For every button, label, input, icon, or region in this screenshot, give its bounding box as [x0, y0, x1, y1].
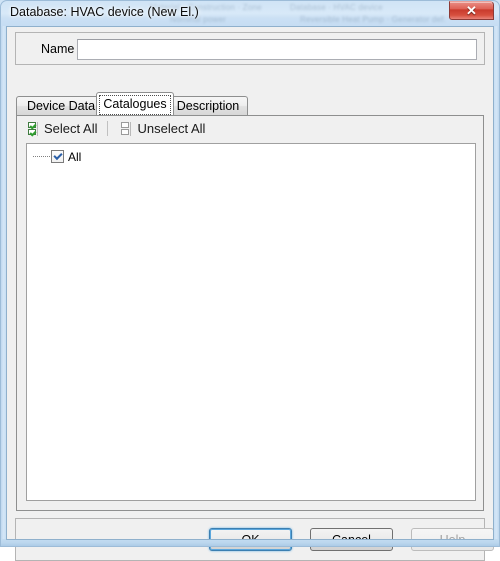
- select-all-button[interactable]: Select All: [23, 119, 101, 139]
- window-border-bottom: [0, 539, 500, 547]
- window-title: Database: HVAC device (New El.): [10, 5, 199, 19]
- unselect-all-label: Unselect All: [137, 121, 206, 136]
- empty-boxes-icon: [120, 121, 132, 136]
- dialog-window: Material · Construction · Zone Database …: [0, 0, 500, 561]
- name-panel: Name: [15, 32, 485, 65]
- tree-node-all[interactable]: All: [33, 148, 81, 165]
- catalogue-tree[interactable]: All: [26, 143, 476, 501]
- close-icon: ✕: [466, 3, 477, 18]
- select-all-label: Select All: [44, 121, 98, 136]
- tab-catalogues[interactable]: Catalogues: [96, 92, 174, 115]
- tree-checkbox[interactable]: [51, 150, 64, 163]
- tab-device-data[interactable]: Device Data: [16, 96, 106, 115]
- window-border-right: [493, 26, 500, 547]
- tree-node-label: All: [68, 149, 82, 164]
- client-area: Name Device Data Catalogues Description: [7, 27, 494, 561]
- tab-label: Description: [176, 99, 240, 113]
- tree-connector-line: [33, 156, 50, 158]
- unselect-all-button[interactable]: Unselect All: [116, 119, 209, 139]
- catalogue-toolbar: Select All Unselect All: [17, 116, 483, 141]
- name-input[interactable]: [77, 39, 477, 60]
- tab-label: Device Data: [26, 99, 96, 113]
- tab-strip: Device Data Catalogues Description: [16, 92, 486, 115]
- name-label: Name: [41, 42, 75, 56]
- checked-boxes-icon: [27, 121, 39, 136]
- close-button[interactable]: ✕: [449, 1, 494, 20]
- window-border-left: [0, 26, 7, 547]
- tab-label: Catalogues: [103, 97, 167, 111]
- toolbar-separator: [107, 121, 109, 136]
- tab-description[interactable]: Description: [168, 96, 248, 115]
- title-bar[interactable]: Database: HVAC device (New El.) ✕: [0, 0, 500, 26]
- tab-page-catalogues: Select All Unselect All All: [16, 115, 484, 511]
